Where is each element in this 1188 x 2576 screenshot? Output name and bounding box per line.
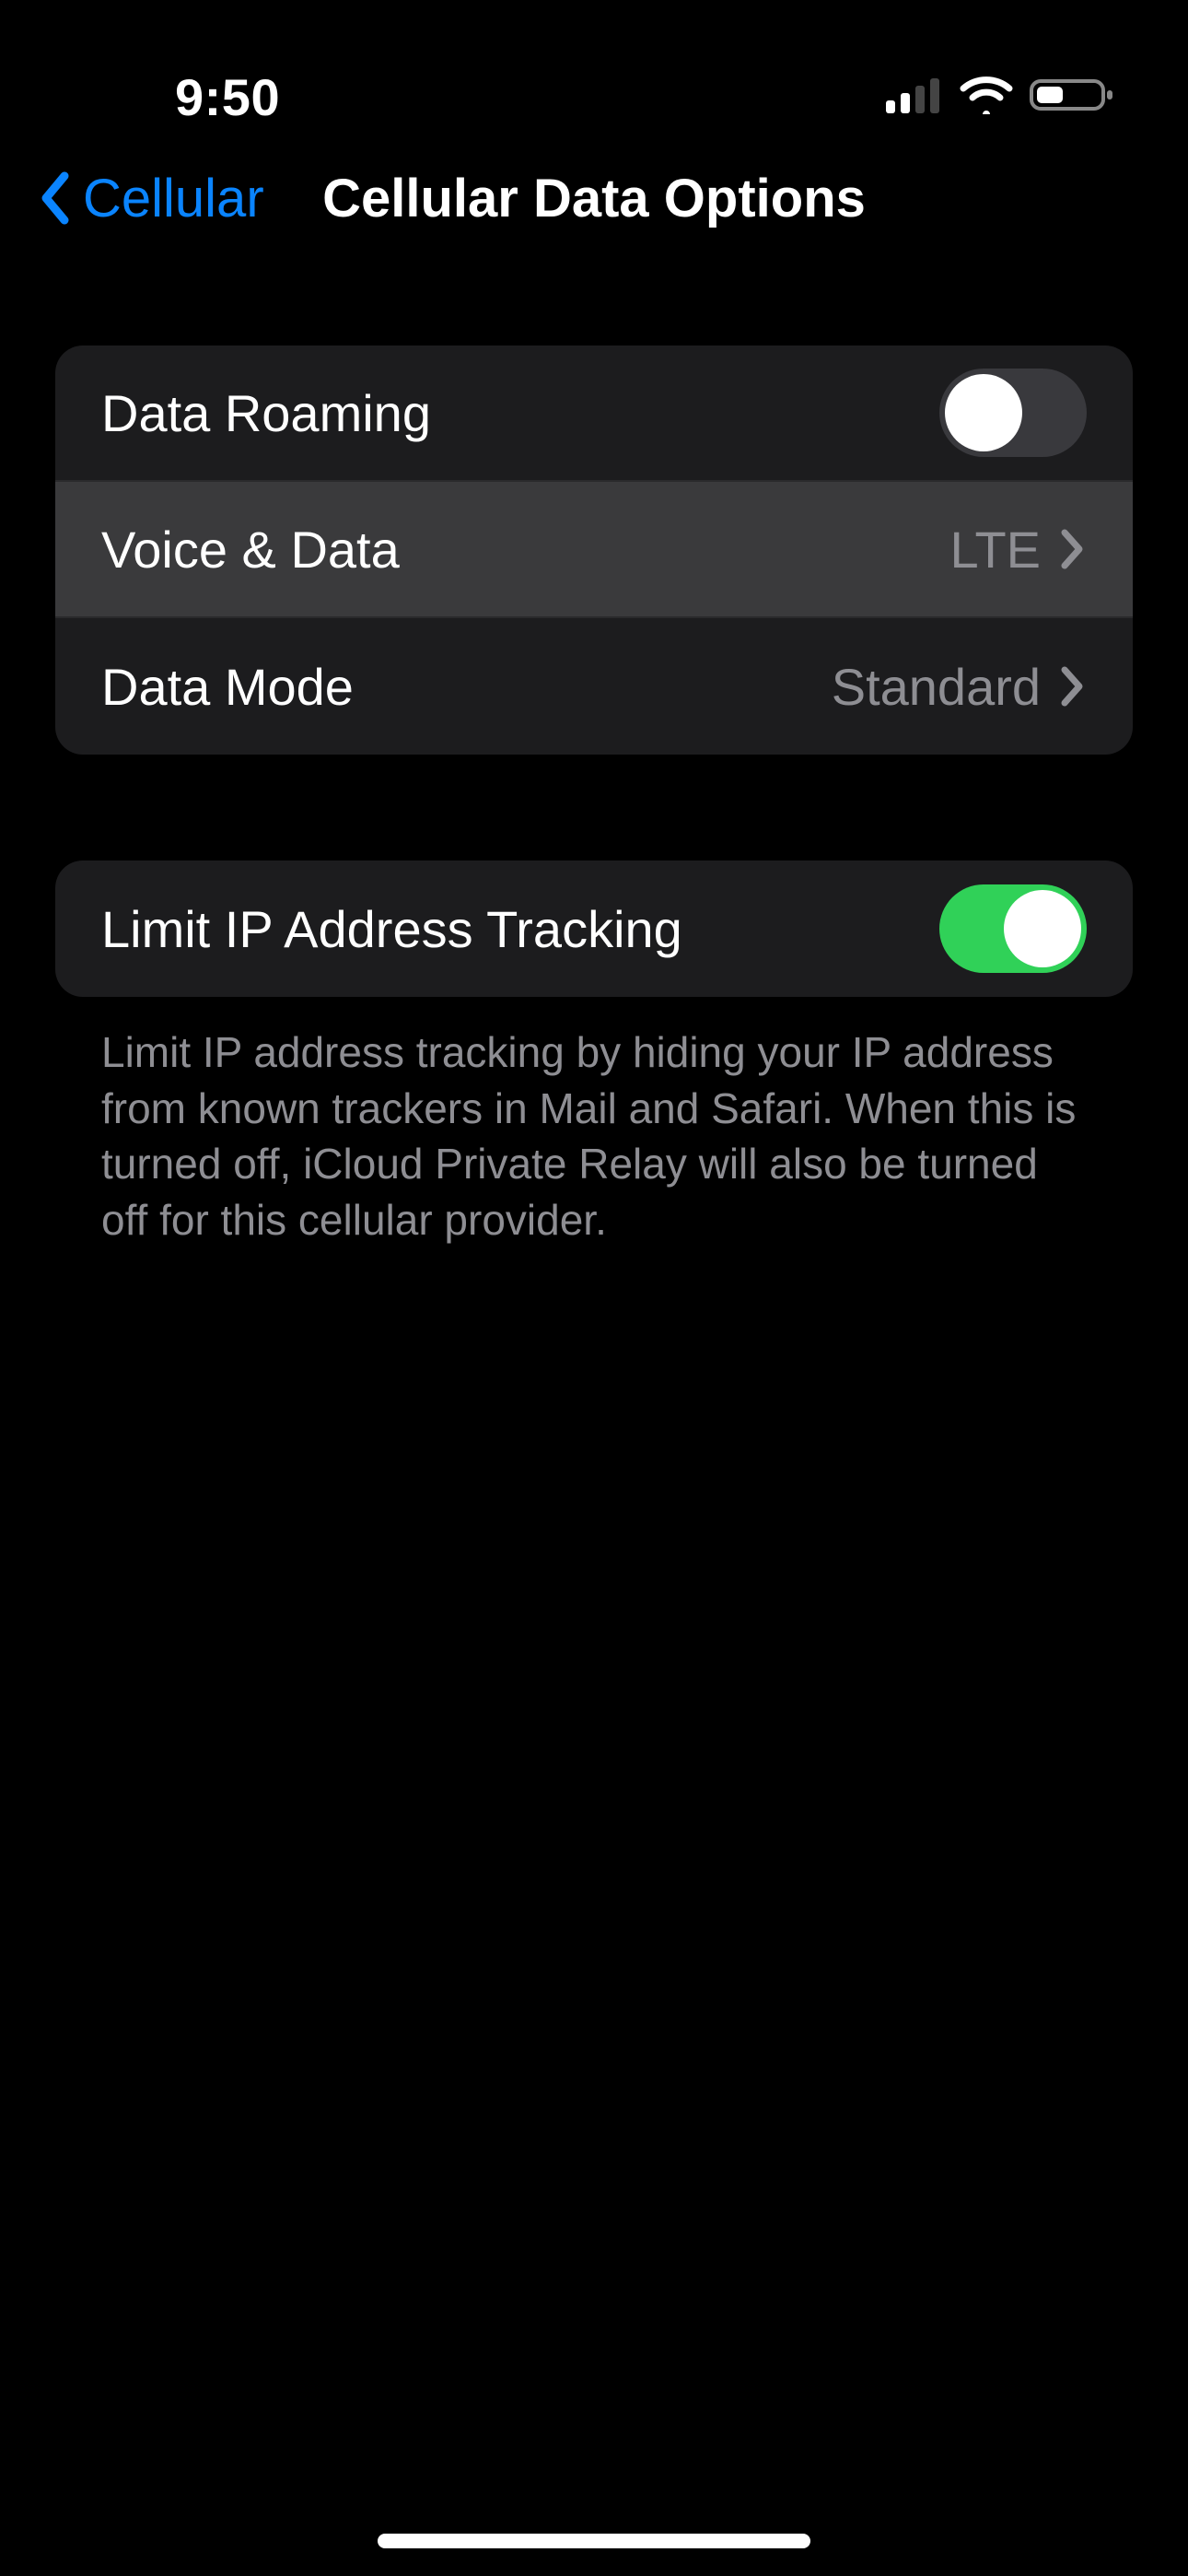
row-label: Data Roaming — [101, 383, 431, 443]
wifi-icon — [960, 76, 1013, 119]
row-label: Limit IP Address Tracking — [101, 899, 682, 959]
toggle-knob — [945, 374, 1022, 451]
row-value: LTE — [949, 520, 1041, 580]
row-label: Voice & Data — [101, 520, 400, 580]
row-right: Standard — [832, 657, 1087, 717]
group-footer-text: Limit IP address tracking by hiding your… — [55, 997, 1133, 1248]
row-right: LTE — [949, 520, 1087, 580]
back-button[interactable]: Cellular — [37, 168, 264, 229]
chevron-right-icon — [1059, 527, 1087, 571]
back-label: Cellular — [83, 168, 264, 229]
status-time: 9:50 — [175, 67, 280, 127]
page-title: Cellular Data Options — [322, 168, 866, 229]
row-data-mode[interactable]: Data Mode Standard — [55, 618, 1133, 755]
navigation-bar: Cellular Cellular Data Options — [0, 138, 1188, 258]
battery-icon — [1030, 76, 1114, 119]
chevron-right-icon — [1059, 664, 1087, 708]
row-data-roaming[interactable]: Data Roaming — [55, 345, 1133, 482]
row-limit-ip-tracking[interactable]: Limit IP Address Tracking — [55, 861, 1133, 997]
settings-group-2: Limit IP Address Tracking — [55, 861, 1133, 997]
content: Data Roaming Voice & Data LTE Data Mode … — [0, 258, 1188, 1248]
row-voice-data[interactable]: Voice & Data LTE — [55, 482, 1133, 618]
row-label: Data Mode — [101, 657, 354, 717]
toggle-data-roaming[interactable] — [939, 369, 1087, 457]
chevron-left-icon — [37, 170, 74, 226]
toggle-knob — [1004, 890, 1081, 967]
status-bar: 9:50 — [0, 0, 1188, 138]
toggle-limit-ip-tracking[interactable] — [939, 884, 1087, 973]
row-value: Standard — [832, 657, 1041, 717]
status-icons — [886, 76, 1114, 119]
home-indicator[interactable] — [378, 2534, 810, 2548]
cellular-signal-icon — [886, 76, 943, 118]
settings-group-1: Data Roaming Voice & Data LTE Data Mode … — [55, 345, 1133, 755]
